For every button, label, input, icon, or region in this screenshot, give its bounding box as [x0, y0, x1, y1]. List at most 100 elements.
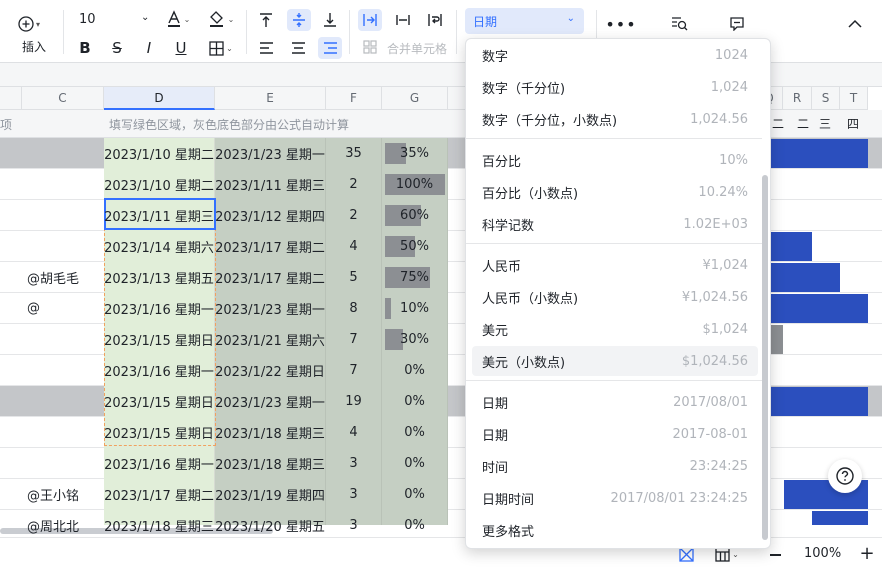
column-header-f[interactable]: F [326, 87, 382, 110]
format-menu-item[interactable]: 数字（千分位，小数点) 1,024.56 [472, 104, 758, 134]
progress-cell[interactable]: 100% [382, 169, 448, 200]
progress-cell[interactable]: 10% [382, 293, 448, 324]
merge-cells-icon[interactable] [362, 39, 378, 55]
progress-cell[interactable]: 0% [382, 386, 448, 417]
insert-button[interactable]: ▾ [18, 14, 40, 34]
end-date-cell[interactable]: 2023/1/11 星期三 [215, 169, 326, 200]
duration-cell[interactable]: 8 [326, 293, 382, 324]
end-date-cell[interactable]: 2023/1/12 星期四 [215, 200, 326, 231]
assignee-cell[interactable] [22, 448, 104, 479]
chevron-down-icon[interactable]: ⌄ [141, 12, 149, 23]
find-button[interactable] [669, 13, 689, 33]
end-date-cell[interactable]: 2023/1/21 星期六 [215, 324, 326, 355]
start-date-cell[interactable]: 2023/1/10 星期二 [104, 169, 215, 200]
format-menu-item[interactable]: 日期 2017/08/01 [472, 387, 758, 417]
start-date-cell[interactable]: 2023/1/17 星期二 [104, 479, 215, 510]
end-date-cell[interactable]: 2023/1/19 星期四 [215, 479, 326, 510]
start-date-cell[interactable]: 2023/1/11 星期三 [104, 200, 215, 231]
format-menu-item[interactable]: 人民币 ¥1,024 [472, 250, 758, 280]
menu-scrollbar[interactable] [762, 45, 768, 545]
assignee-cell[interactable] [22, 324, 104, 355]
assignee-cell[interactable] [22, 355, 104, 386]
underline-icon[interactable]: U [173, 39, 189, 57]
progress-cell[interactable]: 0% [382, 448, 448, 479]
end-date-cell[interactable]: 2023/1/18 星期三 [215, 417, 326, 448]
column-header-e[interactable]: E [215, 87, 326, 110]
column-header-c[interactable]: C [22, 87, 104, 110]
assignee-cell[interactable] [22, 169, 104, 200]
assignee-cell[interactable]: @王小铭 [22, 479, 104, 510]
align-middle-button[interactable] [287, 9, 311, 31]
duration-cell[interactable]: 3 [326, 448, 382, 479]
start-date-cell[interactable]: 2023/1/16 星期一 [104, 448, 215, 479]
font-size-select[interactable]: 10 [79, 12, 96, 27]
duration-cell[interactable]: 35 [326, 138, 382, 169]
assignee-cell[interactable] [22, 231, 104, 262]
format-menu-item[interactable]: 日期 2017-08-01 [472, 419, 758, 449]
duration-cell[interactable]: 7 [326, 324, 382, 355]
format-menu-item[interactable]: 百分比 10% [472, 145, 758, 175]
end-date-cell[interactable]: 2023/1/23 星期一 [215, 293, 326, 324]
assignee-cell[interactable] [22, 386, 104, 417]
start-date-cell[interactable]: 2023/1/13 星期五 [104, 262, 215, 293]
format-menu-item[interactable]: 更多格式 [472, 515, 758, 545]
end-date-cell[interactable]: 2023/1/22 星期日 [215, 355, 326, 386]
start-date-cell[interactable]: 2023/1/15 星期日 [104, 417, 215, 448]
strikethrough-icon[interactable]: S [109, 39, 125, 57]
align-top-button[interactable] [255, 9, 277, 31]
font-color-button[interactable]: ⌄ [163, 9, 193, 29]
end-date-cell[interactable]: 2023/1/23 星期一 [215, 138, 326, 169]
progress-cell[interactable]: 0% [382, 417, 448, 448]
progress-cell[interactable]: 30% [382, 324, 448, 355]
format-menu-item[interactable]: 美元（小数点) $1,024.56 [472, 346, 758, 376]
duration-cell[interactable]: 3 [326, 479, 382, 510]
format-menu-item[interactable]: 百分比（小数点) 10.24% [472, 177, 758, 207]
format-menu-item[interactable]: 科学记数 1.02E+03 [472, 209, 758, 239]
duration-cell[interactable]: 7 [326, 355, 382, 386]
align-center-button[interactable] [287, 38, 309, 58]
text-wrap-button[interactable] [424, 9, 446, 31]
zoom-in-icon[interactable]: + [859, 543, 875, 564]
duration-cell[interactable]: 2 [326, 169, 382, 200]
duration-cell[interactable]: 5 [326, 262, 382, 293]
column-header-d[interactable]: D [104, 87, 215, 110]
duration-cell[interactable]: 4 [326, 417, 382, 448]
assignee-cell[interactable]: @ [22, 293, 104, 324]
text-overflow-button[interactable] [358, 9, 382, 31]
format-menu-item[interactable]: 数字（千分位) 1,024 [472, 72, 758, 102]
progress-cell[interactable]: 0% [382, 355, 448, 386]
align-bottom-button[interactable] [319, 9, 341, 31]
menu-scrollbar-thumb[interactable] [762, 175, 768, 540]
border-button[interactable]: ⌄ [204, 39, 238, 57]
help-button[interactable] [828, 459, 862, 493]
start-date-cell[interactable]: 2023/1/10 星期二 [104, 138, 215, 169]
end-date-cell[interactable]: 2023/1/17 星期二 [215, 231, 326, 262]
more-icon[interactable]: ••• [605, 14, 635, 34]
collapse-toolbar-button[interactable] [845, 13, 865, 33]
start-date-cell[interactable]: 2023/1/16 星期一 [104, 355, 215, 386]
start-date-cell[interactable]: 2023/1/15 星期日 [104, 386, 215, 417]
assignee-cell[interactable] [22, 417, 104, 448]
assignee-cell[interactable] [22, 200, 104, 231]
align-left-button[interactable] [255, 38, 277, 58]
column-header-s[interactable]: S [812, 87, 840, 110]
bold-icon[interactable]: B [77, 39, 93, 57]
align-right-button[interactable] [318, 37, 342, 59]
italic-icon[interactable]: I [141, 39, 157, 57]
format-menu-item[interactable]: 时间 23:24:25 [472, 451, 758, 481]
progress-cell[interactable]: 50% [382, 231, 448, 262]
format-menu-item[interactable]: 人民币（小数点) ¥1,024.56 [472, 282, 758, 312]
progress-cell[interactable]: 0% [382, 479, 448, 510]
progress-cell[interactable]: 75% [382, 262, 448, 293]
progress-cell[interactable]: 35% [382, 138, 448, 169]
column-header-prev[interactable] [0, 87, 22, 110]
start-date-cell[interactable]: 2023/1/15 星期日 [104, 324, 215, 355]
format-menu-item[interactable]: 日期时间 2017/08/01 23:24:25 [472, 483, 758, 513]
end-date-cell[interactable]: 2023/1/23 星期一 [215, 386, 326, 417]
column-header-r[interactable]: R [783, 87, 812, 110]
format-menu-item[interactable]: 美元 $1,024 [472, 314, 758, 344]
fill-color-button[interactable]: ⌄ [204, 9, 238, 29]
progress-cell[interactable]: 60% [382, 200, 448, 231]
duration-cell[interactable]: 4 [326, 231, 382, 262]
end-date-cell[interactable]: 2023/1/17 星期二 [215, 262, 326, 293]
